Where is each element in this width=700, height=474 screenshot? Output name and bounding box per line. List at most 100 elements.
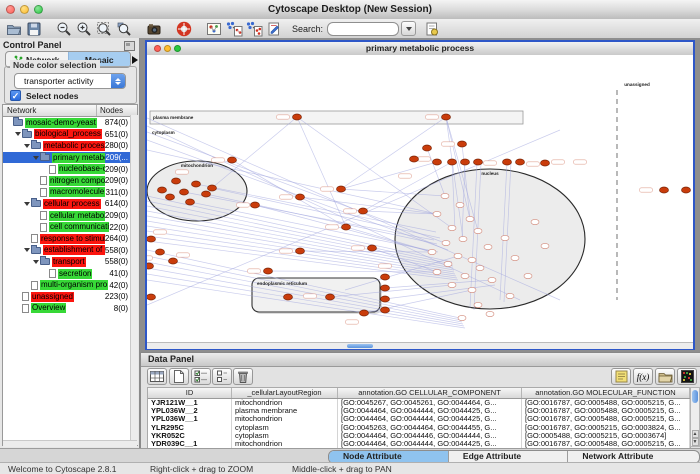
scroll-down-icon[interactable]: ▼ [692, 438, 699, 446]
table-vscroll-thumb[interactable] [692, 390, 698, 403]
gene-node-selected-color[interactable] [410, 156, 419, 162]
table-column-header[interactable]: annotation.GO MOLECULAR_FUNCTION [522, 388, 690, 398]
tree-row[interactable]: multi-organism pro42(0) [3, 279, 137, 291]
gene-node-selected-color[interactable] [326, 294, 335, 300]
table-cell[interactable]: [GO:0044464, GO:0044444, GO:0044425, G..… [338, 407, 522, 415]
gene-node-selected-color[interactable] [166, 194, 175, 200]
gene-node[interactable] [511, 255, 519, 260]
table-column-header[interactable]: annotation.GO CELLULAR_COMPONENT [338, 388, 522, 398]
table-cell[interactable]: mitochondrion [232, 399, 338, 407]
gene-node[interactable] [433, 211, 441, 216]
table-cell[interactable]: YJR121W__1 [148, 399, 232, 407]
attribute-matrix-icon[interactable] [677, 368, 697, 385]
table-row[interactable]: YKR052Ccytoplasm[GO:0044464, GO:0044446,… [148, 432, 690, 440]
table-cell[interactable]: [GO:0016787, GO:0005488, GO:0005215, G..… [522, 407, 690, 415]
gene-node-selected-color[interactable] [458, 141, 467, 147]
vizmapper-icon[interactable] [204, 20, 224, 37]
table-vertical-scrollbar[interactable]: ▲ ▼ [690, 387, 700, 447]
gene-node-selected-color[interactable] [359, 208, 368, 214]
select-nodes-checkbox[interactable]: ✓ [10, 90, 21, 101]
gene-node[interactable] [456, 202, 464, 207]
gene-node-selected-color[interactable] [192, 181, 201, 187]
gene-node-selected-color[interactable] [516, 159, 525, 165]
gene-node[interactable] [486, 311, 494, 316]
notes-icon[interactable] [611, 368, 631, 385]
table-cell[interactable]: [GO:0045263, GO:0044464, GO:0044455, G..… [338, 424, 522, 432]
expander-icon[interactable] [23, 202, 31, 206]
expander-icon[interactable] [32, 260, 40, 264]
gene-node[interactable] [444, 261, 452, 266]
tree-row[interactable]: response to stimulus264(0) [3, 233, 137, 245]
formula-builder-icon[interactable]: f(x) [633, 368, 653, 385]
zoom-selected-icon[interactable] [114, 20, 134, 37]
tree-row[interactable]: nitrogen compound m209(0) [3, 175, 137, 187]
table-cell[interactable]: cytoplasm [232, 432, 338, 440]
tree-row[interactable]: secretion41(0) [3, 268, 137, 280]
gene-node-selected-color[interactable] [368, 245, 377, 251]
expander-icon[interactable] [23, 248, 31, 252]
table-cell[interactable]: plasma membrane [232, 407, 338, 415]
table-row[interactable]: YPL036W__2plasma membrane[GO:0044464, GO… [148, 407, 690, 415]
gene-node[interactable] [506, 293, 514, 298]
gene-node-selected-color[interactable] [296, 248, 305, 254]
snapshot-icon[interactable] [144, 20, 164, 37]
import-edge-attributes-icon[interactable] [244, 20, 264, 37]
expander-icon[interactable] [14, 132, 22, 136]
search-input[interactable] [327, 22, 399, 36]
table-cell[interactable]: [GO:0016787, GO:0005488, GO:0005215, G..… [522, 399, 690, 407]
tree-row[interactable]: biological_process651(0) [3, 129, 137, 141]
zoom-out-icon[interactable] [54, 20, 74, 37]
gene-node-selected-color[interactable] [337, 186, 346, 192]
table-cell[interactable]: YPL036W__1 [148, 415, 232, 423]
gene-node[interactable] [454, 253, 462, 258]
gene-node-selected-color[interactable] [381, 296, 390, 302]
gene-node[interactable] [428, 249, 436, 254]
canvas-hscroll-thumb[interactable] [347, 344, 373, 348]
gene-node-selected-color[interactable] [381, 285, 390, 291]
gene-node-selected-color[interactable] [186, 199, 195, 205]
tree-row[interactable]: cellular process614(0) [3, 198, 137, 210]
tree-row[interactable]: nucleobase-containing209(0) [3, 163, 137, 175]
tree-row[interactable]: macromolecule met311(0) [3, 187, 137, 199]
gene-node-selected-color[interactable] [180, 189, 189, 195]
canvas-horizontal-scrollbar[interactable] [147, 342, 693, 349]
open-icon[interactable] [4, 20, 24, 37]
table-cell[interactable]: mitochondrion [232, 440, 338, 448]
select-attributes-icon[interactable] [191, 368, 211, 385]
search-dropdown-button[interactable] [401, 21, 416, 36]
table-cell[interactable]: [GO:0016787, GO:0005215, GO:0003824, G..… [522, 424, 690, 432]
table-column-header[interactable]: _cellularLayoutRegion [232, 388, 338, 398]
zoom-fit-icon[interactable] [94, 20, 114, 37]
gene-node[interactable] [468, 257, 476, 262]
tree-row[interactable]: Overview8(0) [3, 303, 137, 315]
gene-node-selected-color[interactable] [296, 194, 305, 200]
table-row[interactable]: YLR295Ccytoplasm[GO:0045263, GO:0044464,… [148, 424, 690, 432]
expander-icon[interactable] [32, 156, 40, 160]
table-cell[interactable]: YDR039C__1 [148, 440, 232, 448]
expander-icon[interactable] [23, 144, 31, 148]
float-panel-icon[interactable] [124, 41, 135, 51]
tree-row[interactable]: cell communication22(0) [3, 221, 137, 233]
quick-find-config-icon[interactable] [422, 20, 442, 37]
gene-node-selected-color[interactable] [284, 294, 293, 300]
tree-row[interactable]: unassigned223(0) [3, 291, 137, 303]
gene-node-selected-color[interactable] [147, 263, 154, 269]
save-icon[interactable] [24, 20, 44, 37]
gene-node-selected-color[interactable] [158, 187, 167, 193]
gene-node-selected-color[interactable] [381, 307, 390, 313]
table-cell[interactable]: mitochondrion [232, 415, 338, 423]
tree-row[interactable]: cellular metabolic pr209(0) [3, 210, 137, 222]
attribute-table-icon[interactable] [147, 368, 167, 385]
tree-horizontal-scrollbar[interactable] [3, 440, 137, 447]
unselect-attributes-icon[interactable] [212, 368, 232, 385]
tree-row[interactable]: primary metabolic process209(... [3, 152, 137, 164]
tree-vertical-scrollbar[interactable] [130, 115, 138, 445]
zoom-in-icon[interactable] [74, 20, 94, 37]
tree-row[interactable]: mosaic-demo-yeast874(0) [3, 117, 137, 129]
gene-node[interactable] [459, 236, 467, 241]
scroll-up-icon[interactable]: ▲ [692, 430, 699, 438]
gene-node[interactable] [442, 240, 450, 245]
table-row[interactable]: YDR039C__1mitochondrion[GO:0044464, GO:0… [148, 440, 690, 448]
table-cell[interactable]: [GO:0044464, GO:0044446, GO:0044444, G..… [338, 432, 522, 440]
gene-node[interactable] [524, 273, 532, 278]
